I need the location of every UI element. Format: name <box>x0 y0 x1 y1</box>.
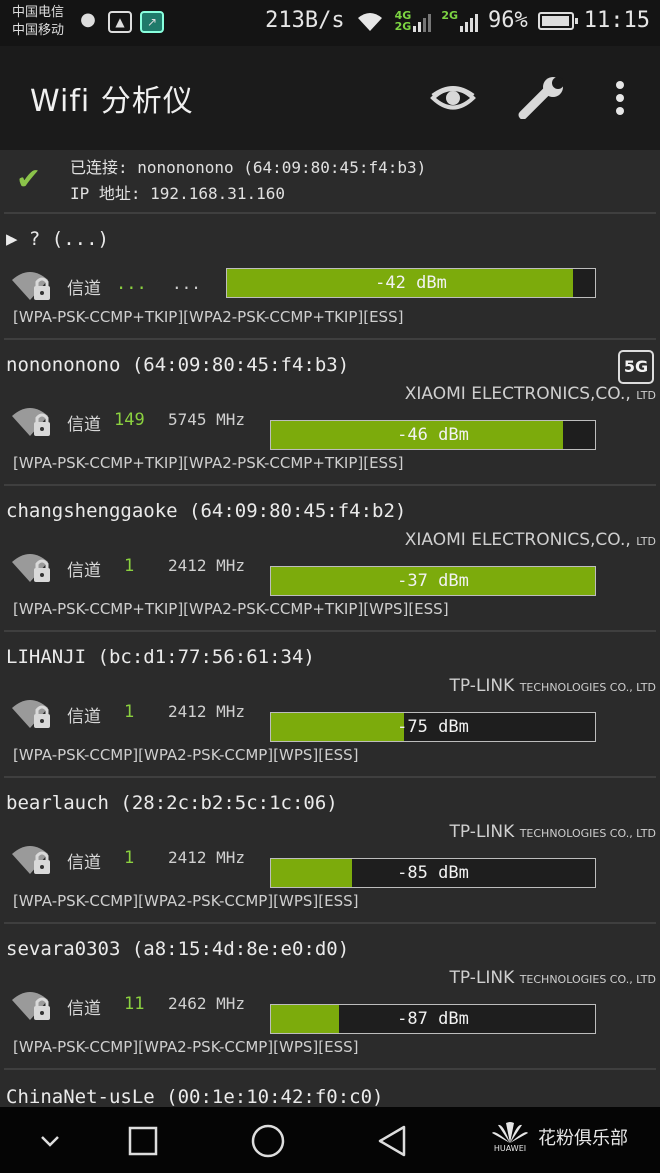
wifi-lock-icon <box>12 408 50 436</box>
signal-bar: -85 dBm <box>270 858 596 888</box>
network-ssid: bearlauch (28:2c:b2:5c:1c:06) <box>6 792 338 814</box>
network-item[interactable]: LIHANJI (bc:d1:77:56:61:34) 信道 1 2412 MHz T… <box>0 632 660 778</box>
wifi-lock-icon <box>12 846 50 874</box>
wifi-lock-icon <box>12 272 50 300</box>
security-capabilities: [WPA-PSK-CCMP][WPA2-PSK-CCMP][WPS][ESS] <box>13 746 359 764</box>
wifi-lock-icon <box>12 992 50 1020</box>
connected-info: ✔ 已连接: nonononono (64:09:80:45:f4:b3) IP… <box>0 150 660 212</box>
battery-icon <box>537 11 578 30</box>
security-capabilities: [WPA-PSK-CCMP+TKIP][WPA2-PSK-CCMP+TKIP][… <box>13 454 404 472</box>
network-ssid: nonononono (64:09:80:45:f4:b3) <box>6 354 350 376</box>
channel-label: 信道 <box>67 415 101 435</box>
vendor-name: TP-LINK TECHNOLOGIES CO., LTD <box>449 676 656 696</box>
signal-strength: -85 dBm <box>397 863 469 883</box>
frequency: 5745 MHz <box>168 410 246 429</box>
check-icon: ✔ <box>16 162 42 197</box>
channel-label: 信道 <box>67 999 101 1019</box>
ip-address: IP 地址: 192.168.31.160 <box>70 184 286 203</box>
channel-label: 信道 <box>67 707 101 727</box>
channel-value: 1 <box>124 848 135 868</box>
network-item[interactable]: ▶ ? (...) 信道...... -42 dBm [WPA-PSK-CCMP… <box>0 214 660 340</box>
huawei-brand: HUAWEI 花粉俱乐部 <box>490 1121 628 1153</box>
signal-bar: -42 dBm <box>226 268 596 298</box>
navigation-bar: HUAWEI 花粉俱乐部 <box>0 1107 660 1173</box>
network-ssid: LIHANJI (bc:d1:77:56:61:34) <box>6 646 315 668</box>
channel-value: 1 <box>124 702 135 722</box>
app-notification-icon: ↗ <box>140 11 164 33</box>
eye-icon[interactable] <box>428 74 478 122</box>
huawei-logo: HUAWEI <box>490 1121 530 1153</box>
back-icon[interactable] <box>370 1119 414 1163</box>
signal-strength: -75 dBm <box>397 717 469 737</box>
chevron-down-icon[interactable] <box>28 1119 72 1163</box>
frequency: 2412 MHz <box>168 556 246 575</box>
signal-strength: -42 dBm <box>375 273 447 293</box>
more-vertical-icon[interactable] <box>598 74 642 122</box>
wrench-icon[interactable] <box>516 74 566 122</box>
network-ssid: ▶ ? (...) <box>6 228 109 250</box>
app-bar: Wifi 分析仪 <box>0 46 660 150</box>
signal-bar: -87 dBm <box>270 1004 596 1034</box>
wifi-lock-icon <box>12 554 50 582</box>
signal-strength: -37 dBm <box>397 571 469 591</box>
network-item[interactable]: sevara0303 (a8:15:4d:8e:e0:d0) 信道 11 2462 … <box>0 924 660 1070</box>
clock: 11:15 <box>583 8 650 33</box>
vendor-name: XIAOMI ELECTRONICS,CO., LTD <box>404 530 656 550</box>
channel-label: 信道 <box>67 279 101 299</box>
status-right: 213B/s 4G 2G 2G 96% 11:15 <box>265 8 650 33</box>
frequency: 2412 MHz <box>168 702 246 721</box>
signal-bar: -37 dBm <box>270 566 596 596</box>
divider <box>4 1068 656 1070</box>
network-ssid: sevara0303 (a8:15:4d:8e:e0:d0) <box>6 938 350 960</box>
signal-bar: -46 dBm <box>270 420 596 450</box>
carrier-1: 中国电信 <box>12 5 65 20</box>
wechat-icon: ● <box>80 9 96 30</box>
wifi-lock-icon <box>12 700 50 728</box>
net-speed: 213B/s <box>265 8 345 33</box>
security-capabilities: [WPA-PSK-CCMP+TKIP][WPA2-PSK-CCMP+TKIP][… <box>13 308 404 326</box>
signal-strength: -46 dBm <box>397 425 469 445</box>
home-icon[interactable] <box>246 1119 290 1163</box>
channel-value: ... <box>116 274 147 294</box>
battery-percent: 96% <box>488 8 528 33</box>
cell-signal-4g-icon: 4G 2G <box>395 10 432 32</box>
frequency: 2462 MHz <box>168 994 246 1013</box>
security-capabilities: [WPA-PSK-CCMP][WPA2-PSK-CCMP][WPS][ESS] <box>13 1038 359 1056</box>
status-bar: 中国电信 中国移动 ● ▲ ↗ 213B/s 4G 2G 2G 96% 11:1… <box>0 0 660 46</box>
carrier-2: 中国移动 <box>12 23 65 38</box>
frequency: ... <box>172 274 201 293</box>
brand-text: 花粉俱乐部 <box>538 1128 628 1149</box>
app-title: Wifi 分析仪 <box>30 84 194 119</box>
carrier-info: 中国电信 中国移动 <box>12 4 64 40</box>
recent-apps-icon[interactable] <box>121 1119 165 1163</box>
vendor-name: TP-LINK TECHNOLOGIES CO., LTD <box>449 968 656 988</box>
network-item[interactable]: bearlauch (28:2c:b2:5c:1c:06) 信道 1 2412 MH… <box>0 778 660 924</box>
network-ssid: ChinaNet-usLe (00:1e:10:42:f0:c0) <box>6 1086 384 1108</box>
wifi-status-icon <box>357 12 382 31</box>
security-capabilities: [WPA-PSK-CCMP+TKIP][WPA2-PSK-CCMP+TKIP][… <box>13 600 449 618</box>
channel-value: 149 <box>114 410 145 430</box>
channel-value: 11 <box>124 994 145 1014</box>
cell-signal-2g-icon: 2G <box>441 10 479 32</box>
notification-icons: ● ▲ ↗ <box>76 11 164 33</box>
connected-network: 已连接: nonononono (64:09:80:45:f4:b3) <box>70 158 427 177</box>
channel-label: 信道 <box>67 853 101 873</box>
gallery-icon: ▲ <box>108 11 132 33</box>
security-capabilities: [WPA-PSK-CCMP][WPA2-PSK-CCMP][WPS][ESS] <box>13 892 359 910</box>
frequency: 2412 MHz <box>168 848 246 867</box>
vendor-name: XIAOMI ELECTRONICS,CO., LTD <box>404 384 656 404</box>
channel-value: 1 <box>124 556 135 576</box>
signal-bar: -75 dBm <box>270 712 596 742</box>
signal-strength: -87 dBm <box>397 1009 469 1029</box>
channel-label: 信道 <box>67 561 101 581</box>
network-ssid: changshenggaoke (64:09:80:45:f4:b2) <box>6 500 407 522</box>
vendor-name: TP-LINK TECHNOLOGIES CO., LTD <box>449 822 656 842</box>
network-item[interactable]: nonononono (64:09:80:45:f4:b3) 5G 信道 149 57… <box>0 340 660 486</box>
network-item[interactable]: changshenggaoke (64:09:80:45:f4:b2) 信道 1 2… <box>0 486 660 632</box>
band-5g-badge: 5G <box>618 350 654 384</box>
